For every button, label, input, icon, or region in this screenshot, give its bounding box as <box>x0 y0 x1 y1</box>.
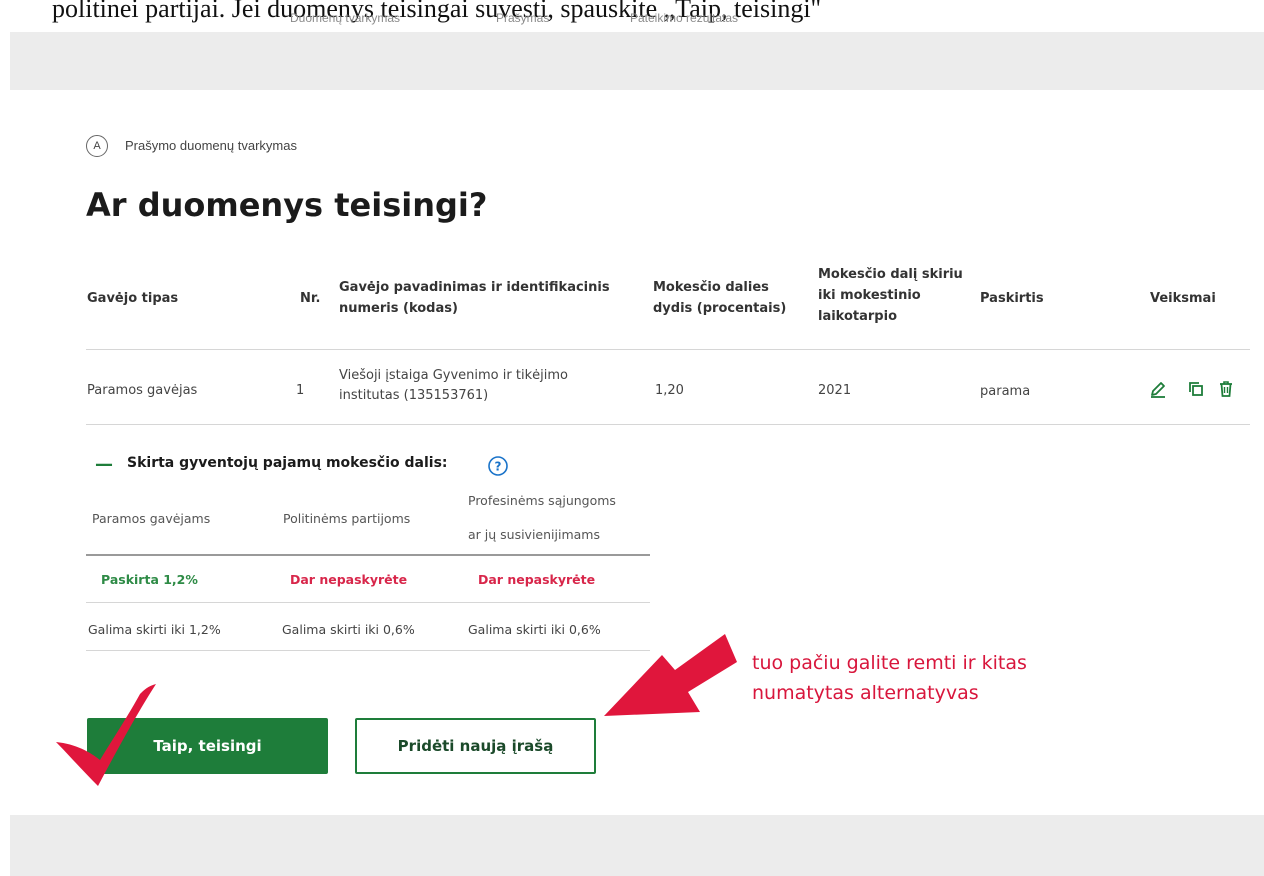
summary-header-parties: Politinėms partijoms <box>283 511 411 526</box>
cell-period: 2021 <box>818 383 852 398</box>
summary-row-divider <box>86 602 650 603</box>
col-header-share-line2: dydis (procentais) <box>653 301 787 316</box>
cell-purpose: parama <box>980 384 1031 399</box>
col-header-share: Mokesčio dalies dydis (procentais) <box>653 277 786 319</box>
status-not-assigned-unions: Dar nepaskyrėte <box>478 572 596 587</box>
edit-icon[interactable] <box>1148 379 1168 399</box>
confirm-button[interactable]: Taip, teisingi <box>87 718 328 774</box>
col-header-period-line2: iki mokestinio <box>818 288 921 303</box>
limit-support: Galima skirti iki 1,2% <box>88 622 221 637</box>
annotation-line1: tuo pačiu galite remti ir kitas <box>752 652 1027 674</box>
summary-header-unions-line1: Profesinėms sąjungoms <box>468 493 616 508</box>
trash-icon[interactable] <box>1216 379 1236 399</box>
page-title: Ar duomenys teisingi? <box>86 186 488 224</box>
col-header-name-line2: numeris (kodas) <box>339 301 458 316</box>
table-header-divider <box>86 349 1250 350</box>
cell-name-line2: institutas (135153761) <box>339 388 489 403</box>
step-label: Prašymo duomenų tvarkymas <box>125 138 297 153</box>
summary-title: Skirta gyventojų pajamų mokesčio dalis: <box>127 455 448 471</box>
cell-name-line1: Viešoji įstaiga Gyvenimo ir tikėjimo <box>339 368 568 383</box>
stepper-step-1[interactable]: Duomenų tvarkymas <box>290 11 400 25</box>
col-header-actions: Veiksmai <box>1150 291 1216 306</box>
col-header-name: Gavėjo pavadinimas ir identifikacinis nu… <box>339 277 639 319</box>
stepper-step-3[interactable]: Pateikimo rezultatas <box>630 11 738 25</box>
table-row-divider <box>86 424 1250 425</box>
footer-band <box>10 815 1264 876</box>
limit-unions: Galima skirti iki 0,6% <box>468 622 601 637</box>
cell-name: Viešoji įstaiga Gyvenimo ir tikėjimo ins… <box>339 366 639 406</box>
step-badge: A <box>86 135 108 157</box>
annotation-text: tuo pačiu galite remti ir kitas numatyta… <box>752 648 1112 708</box>
status-assigned: Paskirta 1,2% <box>101 572 198 587</box>
cell-nr: 1 <box>296 383 305 398</box>
collapse-toggle[interactable]: — <box>95 454 113 475</box>
col-header-share-line1: Mokesčio dalies <box>653 280 769 295</box>
annotation-line2: numatytas alternatyvas <box>752 682 979 704</box>
edge-mask <box>0 10 10 32</box>
summary-bottom-divider <box>86 650 650 651</box>
status-not-assigned-parties: Dar nepaskyrėte <box>290 572 408 587</box>
arrow-icon <box>604 634 737 716</box>
col-header-type: Gavėjo tipas <box>87 291 179 306</box>
stepper-step-2[interactable]: Prašymas <box>496 11 549 25</box>
col-header-period-line3: laikotarpio <box>818 309 898 324</box>
summary-header-unions: Profesinėms sąjungoms ar jų susivienijim… <box>468 490 616 546</box>
col-header-period: Mokesčio dalį skiriu iki mokestinio laik… <box>818 264 963 327</box>
svg-text:?: ? <box>495 460 502 474</box>
add-entry-button[interactable]: Pridėti naują įrašą <box>355 718 596 774</box>
col-header-name-line1: Gavėjo pavadinimas ir identifikacinis <box>339 280 610 295</box>
cell-type: Paramos gavėjas <box>87 383 198 398</box>
copy-icon[interactable] <box>1186 379 1206 399</box>
stepper: Duomenų tvarkymas Prašymas Pateikimo rez… <box>290 11 890 25</box>
col-header-nr: Nr. <box>300 291 321 306</box>
summary-header-unions-line2: ar jų susivienijimams <box>468 527 600 542</box>
summary-header-support: Paramos gavėjams <box>92 511 211 526</box>
summary-header-divider <box>86 554 650 556</box>
col-header-purpose: Paskirtis <box>980 291 1044 306</box>
limit-parties: Galima skirti iki 0,6% <box>282 622 415 637</box>
cell-share: 1,20 <box>655 383 684 398</box>
header-band <box>10 32 1264 90</box>
help-icon[interactable]: ? <box>487 455 509 477</box>
col-header-period-line1: Mokesčio dalį skiriu <box>818 267 963 282</box>
